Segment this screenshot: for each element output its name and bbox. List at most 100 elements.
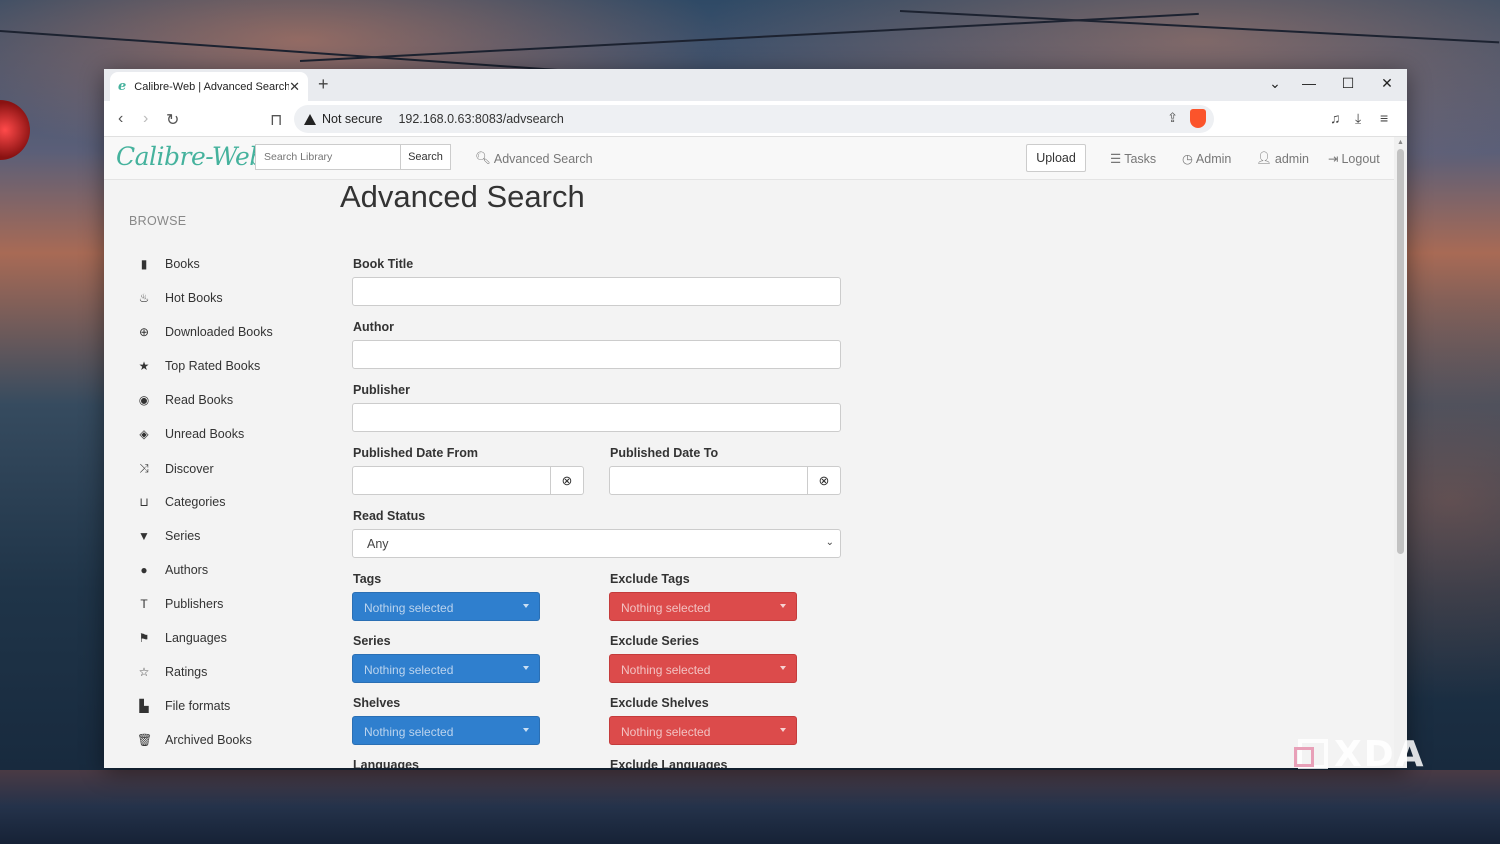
book-title-label: Book Title [353, 257, 414, 271]
menu-icon[interactable]: ≡ [1380, 110, 1388, 126]
date-from-label: Published Date From [353, 446, 479, 460]
sidebar-item-publishers[interactable]: T Publishers [137, 597, 223, 611]
share-icon[interactable]: ⇪ [1167, 110, 1178, 126]
date-to-input[interactable] [609, 466, 808, 495]
sidebar-item-label: Top Rated Books [165, 359, 261, 373]
chevron-down-icon: ⌄ [825, 537, 834, 548]
back-icon[interactable]: ‹ [118, 110, 123, 128]
tab-title: Calibre-Web | Advanced Search [134, 80, 290, 93]
sidebar-item-languages[interactable]: ⚑ Languages [137, 631, 227, 645]
exclude-shelves-label: Exclude Shelves [610, 696, 709, 710]
advanced-search-link[interactable]: 🔍︎ Advanced Search [475, 151, 593, 166]
sidebar-item-label: Hot Books [165, 291, 223, 305]
logout-link[interactable]: ⇥ Logout [1328, 151, 1380, 167]
admin-link[interactable]: ◷ Admin [1182, 151, 1232, 167]
sidebar-item-label: Authors [165, 563, 209, 577]
security-label[interactable]: Not secure [322, 112, 382, 126]
date-from-input[interactable] [352, 466, 551, 495]
caret-down-icon [780, 728, 786, 732]
publisher-label: Publisher [353, 383, 410, 397]
brand-logo[interactable]: Calibre-Web [116, 142, 265, 171]
logout-icon: ⇥ [1328, 152, 1339, 166]
new-tab-button[interactable]: + [318, 74, 329, 95]
clear-date-to-button[interactable]: ⊗ [808, 466, 841, 495]
tab-search-chevron-icon[interactable]: ⌄ [1265, 75, 1285, 92]
caret-down-icon [523, 728, 529, 732]
media-icon[interactable]: ♫ [1330, 110, 1341, 126]
advanced-search-label: Advanced Search [493, 151, 593, 166]
publisher-input[interactable] [352, 403, 841, 432]
search-input[interactable] [255, 144, 401, 170]
sidebar-item-series[interactable]: ▼ Series [137, 529, 200, 543]
tags-select[interactable]: Nothing selected [352, 592, 540, 621]
series-select-value: Nothing selected [364, 663, 454, 677]
maximize-button[interactable]: ☐ [1338, 75, 1358, 92]
xda-watermark-text: XDA [1334, 733, 1426, 775]
reload-icon[interactable]: ↻ [166, 110, 179, 130]
page-title: Advanced Search [340, 179, 585, 214]
exclude-tags-select[interactable]: Nothing selected [609, 592, 797, 621]
admin-label: Admin [1195, 151, 1232, 166]
book-title-input[interactable] [352, 277, 841, 306]
page-scrollbar[interactable]: ▲ [1394, 137, 1407, 768]
sidebar-item-books[interactable]: ▮ Books [137, 257, 200, 271]
minimize-button[interactable]: — [1299, 75, 1319, 91]
scrollbar-thumb[interactable] [1397, 149, 1404, 554]
exclude-shelves-select[interactable]: Nothing selected [609, 716, 797, 745]
sidebar-item-authors[interactable]: ● Authors [137, 563, 208, 577]
languages-label: Languages [353, 758, 419, 768]
sidebar-item-top-rated-books[interactable]: ★ Top Rated Books [137, 359, 261, 373]
eye-slash-icon: ◈ [139, 427, 149, 441]
close-window-button[interactable]: ✕ [1377, 75, 1397, 92]
user-link[interactable]: 👤︎ admin [1256, 151, 1309, 166]
sidebar-item-label: Unread Books [165, 427, 245, 441]
tasks-label: Tasks [1124, 151, 1157, 166]
tags-select-value: Nothing selected [364, 601, 454, 615]
bookmark-icon[interactable]: ⊓ [270, 110, 282, 130]
sidebar-item-categories[interactable]: ⊔ Categories [137, 495, 225, 509]
shelves-select[interactable]: Nothing selected [352, 716, 540, 745]
clear-circle-icon: ⊗ [561, 473, 573, 488]
exclude-series-select[interactable]: Nothing selected [609, 654, 797, 683]
upload-button[interactable]: Upload [1026, 144, 1086, 172]
wallpaper-ground [0, 770, 1500, 844]
download-icon[interactable]: ⤓ [1355, 110, 1361, 127]
file-icon: ▙ [139, 699, 149, 713]
author-input[interactable] [352, 340, 841, 369]
fire-icon: ♨ [138, 291, 150, 305]
calibre-favicon-icon: e [118, 79, 127, 94]
sidebar-item-label: Publishers [165, 597, 224, 611]
read-status-select[interactable]: Any ⌄ [352, 529, 841, 558]
browse-heading: BROWSE [129, 214, 187, 228]
sidebar-item-label: Downloaded Books [165, 325, 273, 339]
search-button[interactable]: Search [400, 144, 451, 170]
sidebar-item-unread-books[interactable]: ◈ Unread Books [137, 427, 244, 441]
url-text[interactable]: 192.168.0.63:8083/advsearch [398, 112, 563, 126]
clear-date-from-button[interactable]: ⊗ [551, 466, 584, 495]
sidebar-item-downloaded-books[interactable]: ⊕ Downloaded Books [137, 325, 273, 339]
caret-down-icon [780, 604, 786, 608]
tab-close-icon[interactable]: ✕ [289, 79, 300, 95]
exclude-series-label: Exclude Series [610, 634, 699, 648]
sidebar-item-ratings[interactable]: ☆ Ratings [137, 665, 208, 679]
brave-shield-icon[interactable] [1190, 109, 1206, 128]
random-icon: ⤨ [139, 461, 149, 475]
search-icon: 🔍︎ [475, 151, 491, 165]
forward-icon[interactable]: › [143, 110, 148, 128]
sidebar-item-file-formats[interactable]: ▙ File formats [137, 699, 230, 713]
scroll-up-arrow-icon[interactable]: ▲ [1397, 139, 1404, 146]
sidebar-item-read-books[interactable]: ◉ Read Books [137, 393, 233, 407]
tags-label: Tags [353, 572, 382, 586]
sidebar-item-hot-books[interactable]: ♨ Hot Books [137, 291, 223, 305]
sidebar-item-archived-books[interactable]: 🗑︎ Archived Books [137, 733, 252, 747]
sidebar-item-discover[interactable]: ⤨ Discover [137, 461, 213, 476]
address-bar[interactable]: Not secure 192.168.0.63:8083/advsearch ⇪ [294, 105, 1214, 133]
page-content: Calibre-Web Search 🔍︎ Advanced Search Up… [104, 137, 1394, 768]
tasks-link[interactable]: ☰ Tasks [1110, 151, 1157, 167]
series-select[interactable]: Nothing selected [352, 654, 540, 683]
tab-calibre-web[interactable]: e Calibre-Web | Advanced Search ✕ [110, 72, 308, 101]
bookmark-icon: ▼ [138, 529, 150, 543]
sidebar-item-label: Series [165, 529, 201, 543]
sidebar-item-label: Books [165, 257, 200, 271]
xda-logo-icon [1294, 739, 1328, 769]
